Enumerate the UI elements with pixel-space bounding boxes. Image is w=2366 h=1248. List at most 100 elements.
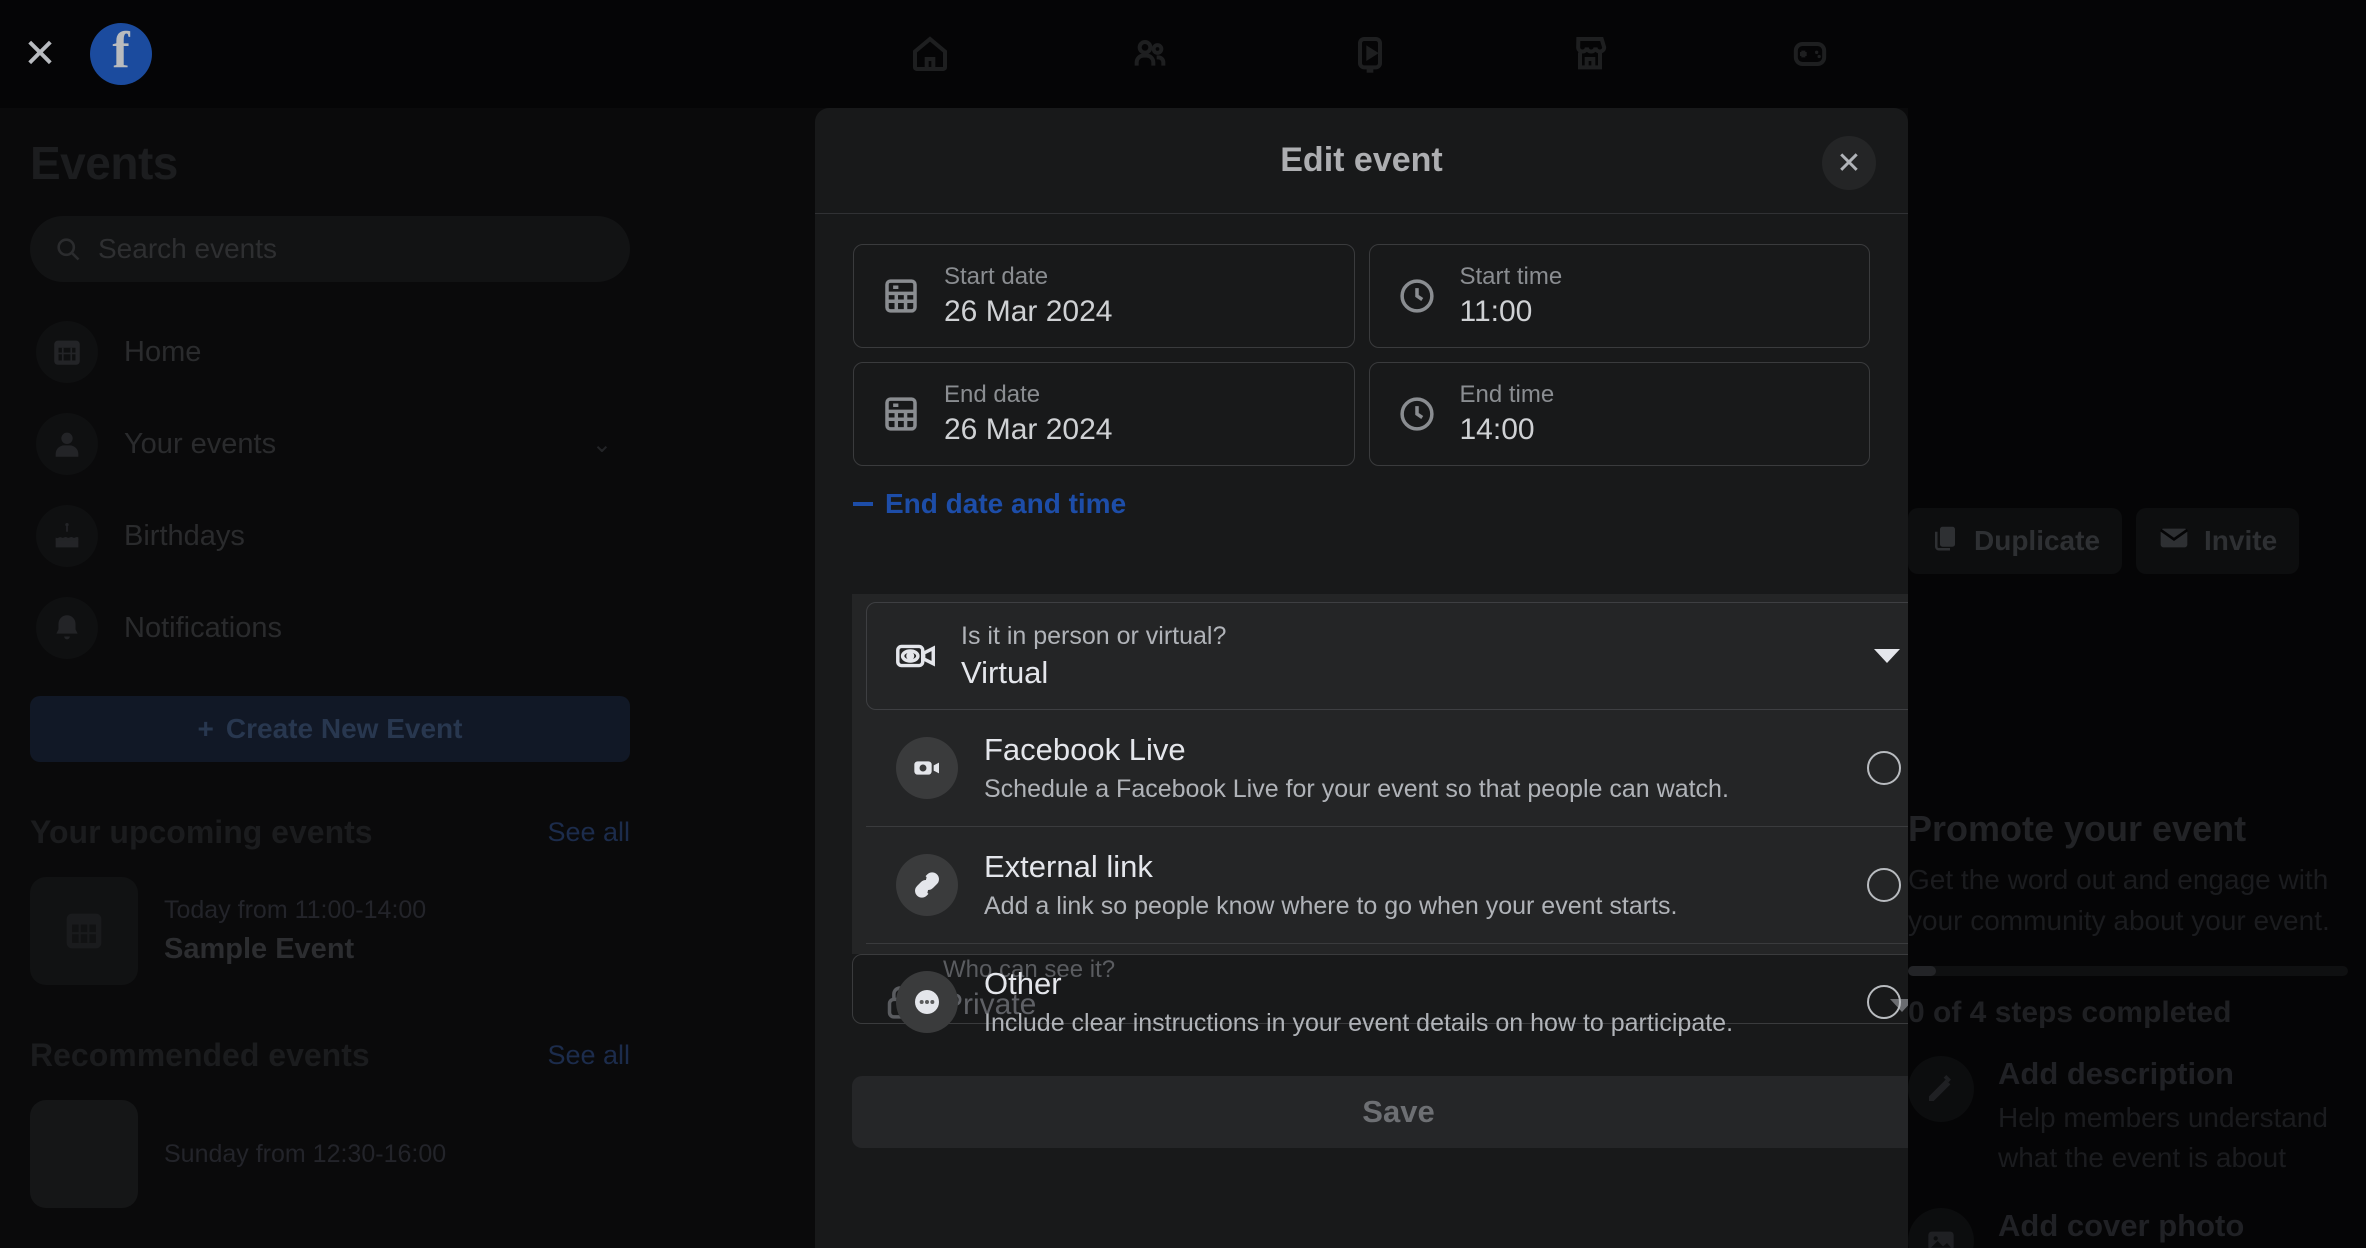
steps-completed-label: 0 of 4 steps completed (1908, 996, 2232, 1029)
location-dropdown-panel: Is it in person or virtual? Virtual Face… (852, 594, 1908, 1037)
option-desc: Include clear instructions in your event… (984, 1009, 1734, 1037)
pencil-icon (1908, 1056, 1974, 1122)
event-right-column: Duplicate Invite Promote your event Get … (1908, 108, 2366, 1248)
bell-icon (36, 597, 98, 659)
end-time-text: End time 14:00 (1460, 381, 1555, 447)
start-time-field[interactable]: Start time 11:00 (1368, 244, 1870, 348)
sidebar-item-birthdays[interactable]: Birthdays (30, 490, 630, 582)
end-date-field[interactable]: End date 26 Mar 2024 (853, 362, 1355, 466)
option-other[interactable]: Other Include clear instructions in your… (866, 943, 1908, 1060)
event-actions-row: Duplicate Invite (1908, 508, 2300, 574)
list-item[interactable]: Sunday from 12:30-16:00 (30, 1100, 630, 1208)
app-root: ✕ f Events Search events Home Your event… (0, 0, 2366, 1248)
marketplace-icon[interactable] (1480, 0, 1700, 108)
cake-icon (36, 505, 98, 567)
close-icon[interactable]: ✕ (14, 28, 66, 80)
gaming-icon[interactable] (1700, 0, 1920, 108)
event-name: Sample Event (164, 933, 355, 965)
home-icon[interactable] (820, 0, 1040, 108)
end-date-value: 26 Mar 2024 (944, 413, 1113, 446)
chevron-down-icon[interactable] (1874, 649, 1900, 663)
event-meta: Today from 11:00-14:00 Sample Event (164, 896, 426, 966)
search-input[interactable]: Search events (30, 216, 630, 282)
plus-icon: + (197, 713, 214, 744)
list-item[interactable]: Today from 11:00-14:00 Sample Event (30, 877, 630, 985)
option-title: External link (984, 849, 1153, 884)
facebook-logo-icon[interactable]: f (90, 23, 152, 85)
upcoming-events-header: Your upcoming events See all (30, 814, 630, 851)
friends-icon[interactable] (1040, 0, 1260, 108)
envelope-icon (2158, 522, 2190, 561)
event-meta: Sunday from 12:30-16:00 (164, 1140, 446, 1169)
modal-body: Start date 26 Mar 2024 Start time 11:00 (815, 214, 1908, 1148)
video-camera-icon (896, 737, 958, 799)
date-time-fields: Start date 26 Mar 2024 Start time 11:00 (853, 244, 1870, 466)
end-date-text: End date 26 Mar 2024 (944, 381, 1112, 447)
radio-facebook-live[interactable] (1867, 751, 1901, 785)
events-sidebar: Events Search events Home Your events ⌄ … (0, 108, 660, 1248)
todo-add-description[interactable]: Add description Help members understand … (1908, 1056, 2366, 1178)
todo-title: Add cover photo (1998, 1208, 2245, 1243)
invite-button[interactable]: Invite (2136, 508, 2300, 574)
video-icon[interactable] (1260, 0, 1480, 108)
promote-title: Promote your event (1908, 808, 2247, 849)
location-select[interactable]: Is it in person or virtual? Virtual (866, 602, 1908, 710)
calendar-icon (36, 321, 98, 383)
start-date-field[interactable]: Start date 26 Mar 2024 (853, 244, 1355, 348)
top-navigation-bar: ✕ f (0, 0, 2366, 108)
remove-end-date-link[interactable]: End date and time (853, 488, 1870, 520)
topbar-nav-icons (820, 0, 1920, 108)
duplicate-button[interactable]: Duplicate (1908, 508, 2123, 574)
calendar-icon (880, 275, 922, 317)
invite-label: Invite (2204, 525, 2278, 556)
radio-other[interactable] (1867, 985, 1901, 1019)
ellipsis-icon (896, 971, 958, 1033)
sidebar-item-home[interactable]: Home (30, 306, 630, 398)
minus-icon (853, 502, 873, 506)
todo-text: Add cover photo Choose a photo to repres… (1998, 1208, 2366, 1248)
option-desc: Add a link so people know where to go wh… (984, 892, 1678, 920)
modal-header: Edit event ✕ (815, 108, 1908, 214)
option-external-link[interactable]: External link Add a link so people know … (866, 826, 1908, 943)
event-time: Sunday from 12:30-16:00 (164, 1139, 447, 1168)
chevron-down-icon[interactable]: ⌄ (592, 430, 612, 459)
sidebar-item-label: Notifications (124, 611, 282, 644)
edit-event-modal: Edit event ✕ Start date 26 Mar 2024 Star… (815, 108, 1908, 1248)
sidebar-item-label: Your events (124, 427, 277, 460)
link-icon (896, 854, 958, 916)
start-time-label: Start time (1459, 263, 1563, 290)
recommended-see-all-link[interactable]: See all (547, 1040, 630, 1071)
clock-icon (1396, 275, 1438, 317)
sidebar-item-notifications[interactable]: Notifications (30, 582, 630, 674)
promote-progress-fill (1908, 966, 1936, 976)
create-new-event-button[interactable]: + Create New Event (30, 696, 630, 762)
photo-icon (1908, 1208, 1974, 1248)
location-select-text: Is it in person or virtual? Virtual (961, 622, 1226, 691)
end-time-value: 14:00 (1459, 413, 1535, 446)
create-new-event-label: Create New Event (225, 713, 463, 744)
option-facebook-live[interactable]: Facebook Live Schedule a Facebook Live f… (866, 710, 1908, 826)
page-title: Events (30, 137, 178, 189)
end-date-link-label: End date and time (885, 488, 1127, 519)
todo-add-cover-photo[interactable]: Add cover photo Choose a photo to repres… (1908, 1208, 2366, 1248)
sidebar-item-your-events[interactable]: Your events ⌄ (30, 398, 630, 490)
event-thumbnail (30, 877, 138, 985)
promote-progress-bar (1908, 966, 2348, 976)
start-time-text: Start time 11:00 (1460, 263, 1563, 329)
event-time: Today from 11:00-14:00 (164, 896, 427, 924)
location-select-value: Virtual (961, 654, 1049, 690)
upcoming-events-heading: Your upcoming events (30, 814, 373, 850)
location-select-label: Is it in person or virtual? (961, 621, 1227, 650)
upcoming-see-all-link[interactable]: See all (547, 817, 630, 848)
modal-title: Edit event (1280, 141, 1443, 179)
todo-text: Add description Help members understand … (1998, 1056, 2366, 1178)
end-time-field[interactable]: End time 14:00 (1368, 362, 1870, 466)
end-time-label: End time (1459, 381, 1555, 408)
start-date-label: Start date (944, 263, 1049, 290)
recommended-events-header: Recommended events See all (30, 1037, 630, 1074)
radio-external-link[interactable] (1867, 868, 1901, 902)
close-icon[interactable]: ✕ (1822, 136, 1876, 190)
event-thumbnail (30, 1100, 138, 1208)
save-button[interactable]: Save (852, 1076, 1908, 1148)
start-time-value: 11:00 (1459, 295, 1533, 328)
